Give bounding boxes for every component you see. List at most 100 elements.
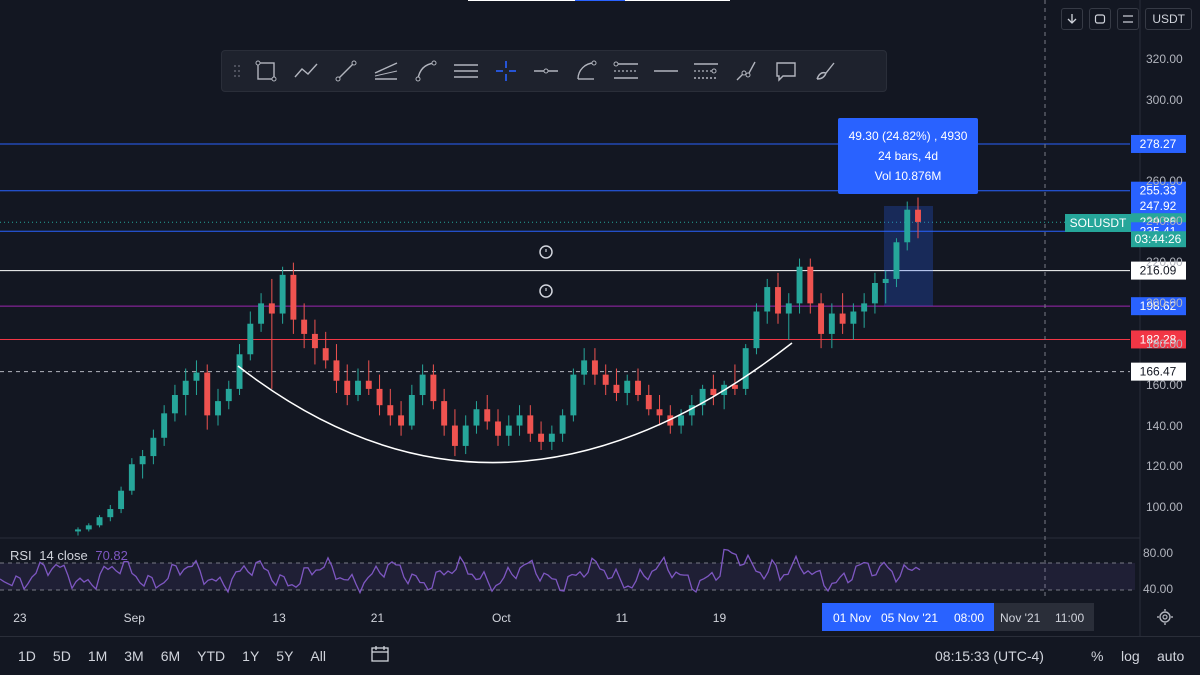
candle-body xyxy=(462,425,469,446)
price-tick: 320.00 xyxy=(1146,52,1183,66)
time-axis[interactable]: 01 Nov 05 Nov '21 08:00 Nov '21 11:00 23… xyxy=(0,602,1140,634)
range-button-1y[interactable]: 1Y xyxy=(242,648,259,664)
price-tick: 260.00 xyxy=(1146,174,1183,188)
range-button-1d[interactable]: 1D xyxy=(18,648,36,664)
rectangle-icon[interactable] xyxy=(246,53,286,89)
chart-top-controls: USDT xyxy=(1061,8,1192,30)
candle-body xyxy=(591,360,598,375)
candle-body xyxy=(85,525,92,530)
candle-body xyxy=(75,529,81,532)
time-tick: 23 xyxy=(13,611,27,625)
candle-body xyxy=(398,415,405,426)
candle-body xyxy=(128,464,135,491)
candle-body xyxy=(96,517,103,526)
candle-body xyxy=(915,209,921,222)
clock[interactable]: 08:15:33 (UTC-4) xyxy=(935,648,1044,664)
curve-icon[interactable] xyxy=(406,53,446,89)
candle-body xyxy=(290,274,297,320)
measure-tooltip: 49.30 (24.82%) , 4930 24 bars, 4d Vol 10… xyxy=(838,118,978,194)
candle-body xyxy=(635,380,641,395)
percent-toggle[interactable]: % xyxy=(1091,648,1103,664)
time-tick: Oct xyxy=(492,611,511,625)
price-chart[interactable]: 278.27255.33247.92239.86235.41216.09198.… xyxy=(0,0,1200,675)
fib-retracement-icon[interactable] xyxy=(606,53,646,89)
rsi-legend[interactable]: RSI 14 close 70.82 xyxy=(10,548,128,563)
range-button-3m[interactable]: 3M xyxy=(124,648,143,664)
candle-body xyxy=(118,490,125,510)
path-icon[interactable] xyxy=(286,53,326,89)
range-button-5y[interactable]: 5Y xyxy=(276,648,293,664)
gear-icon[interactable] xyxy=(1156,608,1174,626)
candle-body xyxy=(505,425,512,436)
trend-line-icon[interactable] xyxy=(326,53,366,89)
currency-selector[interactable]: USDT xyxy=(1145,8,1192,30)
horizontal-line-icon[interactable] xyxy=(646,53,686,89)
crosshair-icon[interactable] xyxy=(486,53,526,89)
alarm-icon[interactable] xyxy=(539,245,553,259)
candle-body xyxy=(451,425,458,446)
price-tick: 240.00 xyxy=(1146,214,1183,228)
candle-body xyxy=(387,405,394,416)
bottom-toolbar: 1D 5D 1M 3M 6M YTD 1Y 5Y All 08:15:33 (UTC-4) % … xyxy=(0,636,1200,675)
auto-toggle[interactable]: auto xyxy=(1157,648,1184,664)
candle-body xyxy=(161,413,168,438)
range-buttons: 1D 5D 1M 3M 6M YTD 1Y 5Y All xyxy=(0,648,326,664)
candle-body xyxy=(613,384,620,393)
drawing-toolbar xyxy=(221,50,887,92)
candle-body xyxy=(871,283,878,304)
rsi-value: 70.82 xyxy=(95,548,128,563)
candle-body xyxy=(527,415,534,434)
measure-volume: Vol 10.876M xyxy=(874,169,942,183)
candle-body xyxy=(807,266,814,304)
arc-icon[interactable] xyxy=(566,53,606,89)
candle-body xyxy=(301,319,308,334)
refresh-icon[interactable] xyxy=(1089,8,1112,30)
time-highlight-label: 05 Nov '21 xyxy=(881,611,938,625)
rsi-name: RSI xyxy=(10,548,32,563)
candle-body xyxy=(893,242,900,279)
range-button-ytd[interactable]: YTD xyxy=(197,648,225,664)
candle-body xyxy=(365,380,372,389)
range-button-1m[interactable]: 1M xyxy=(88,648,107,664)
candle-body xyxy=(710,388,717,395)
range-button-5d[interactable]: 5D xyxy=(53,648,71,664)
candle-body xyxy=(785,303,792,314)
rsi-tick-80: 80.00 xyxy=(1143,546,1174,560)
horizontal-lines-icon[interactable] xyxy=(446,53,486,89)
range-button-6m[interactable]: 6M xyxy=(161,648,180,664)
date-range-icon[interactable] xyxy=(370,645,390,668)
grip-icon[interactable] xyxy=(228,53,246,89)
cup-curve-drawing[interactable] xyxy=(237,342,793,464)
candle-body xyxy=(678,415,685,426)
candle-body xyxy=(139,456,146,465)
alarm-icon[interactable] xyxy=(539,284,553,298)
candle-body xyxy=(311,333,318,349)
price-label: 247.92 xyxy=(1140,199,1177,213)
callout-icon[interactable] xyxy=(766,53,806,89)
candle-body xyxy=(430,374,437,402)
measure-bars: 24 bars, 4d xyxy=(877,149,939,163)
fib-extension-icon[interactable] xyxy=(686,53,726,89)
candle-body xyxy=(376,388,383,406)
candle-body xyxy=(753,311,760,349)
parallel-channel-icon[interactable] xyxy=(366,53,406,89)
price-label: 166.47 xyxy=(1140,365,1177,379)
settings-square-icon[interactable] xyxy=(1117,8,1140,30)
arrow-down-icon[interactable] xyxy=(1061,8,1084,30)
candle-body xyxy=(581,360,588,375)
time-highlight-label: 01 Nov xyxy=(833,611,872,625)
candle-body xyxy=(775,287,781,314)
brush-icon[interactable] xyxy=(806,53,846,89)
candle-body xyxy=(570,374,577,416)
log-toggle[interactable]: log xyxy=(1121,648,1140,664)
candle-body xyxy=(441,401,448,426)
price-tick: 300.00 xyxy=(1146,93,1183,107)
projection-icon[interactable] xyxy=(726,53,766,89)
candle-body xyxy=(473,409,480,426)
horizontal-ray-icon[interactable] xyxy=(526,53,566,89)
candle-body xyxy=(333,360,340,381)
range-button-all[interactable]: All xyxy=(310,648,326,664)
candle-body xyxy=(742,348,749,389)
candle-body xyxy=(268,303,275,314)
countdown: 03:44:26 xyxy=(1135,232,1182,246)
